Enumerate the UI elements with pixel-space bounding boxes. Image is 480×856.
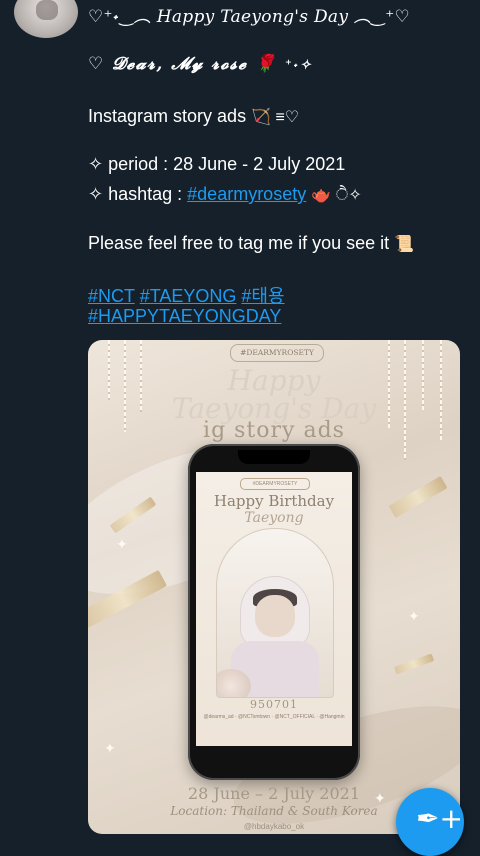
period-line: ✧ period : 28 June - 2 July 2021 (88, 154, 346, 174)
phone-notch (238, 450, 310, 464)
tag-line: Please feel free to tag me if you see it… (88, 233, 414, 254)
hashtags-row: #NCT #TAEYONG #태용 (88, 282, 285, 308)
sparkle-icon: ✦ (104, 740, 116, 756)
screen-tag: #DEARMYROSETY (240, 478, 310, 490)
hashtag-link[interactable]: #dearmyrosety (187, 184, 306, 204)
hashtag-taeyong-kr[interactable]: #태용 (241, 286, 284, 306)
screen-credits: @dearms_ad · @NCTsmtown · @NCT_OFFICIAL … (203, 714, 345, 720)
hashtag-nct[interactable]: #NCT (88, 286, 135, 306)
hashtag-happytaeyongday[interactable]: #HAPPYTAEYONGDAY (88, 306, 281, 326)
tag-text: Please feel free to tag me if you see it (88, 233, 390, 253)
avatar-image (36, 0, 58, 20)
ads-line: Instagram story ads 🏹 ≡♡ (88, 106, 299, 127)
hashtag-taeyong[interactable]: #TAEYONG (140, 286, 237, 306)
media-tag: #DEARMYROSETY (230, 344, 324, 362)
ads-text: Instagram story ads (88, 106, 247, 126)
sparkle-text: ⁺˖✧ (284, 58, 313, 73)
hashtag-prefix: ✧ hashtag : (88, 184, 183, 204)
phone-screen: #DEARMYROSETY Happy Birthday Taeyong 950… (196, 472, 352, 746)
screen-name: Taeyong (244, 510, 304, 526)
feather-compose-icon: ✒+ (416, 802, 463, 835)
portrait-face (255, 595, 295, 637)
compose-button[interactable]: ✒+ (396, 788, 464, 856)
screen-number: 950701 (250, 698, 298, 711)
media-subtitle: ig story ads (203, 418, 345, 443)
portrait-arch (216, 528, 334, 698)
gold-foil (388, 475, 448, 519)
teapot-icon: 🫖 ੈ✧ (311, 187, 362, 204)
dear-text: ♡ 𝓓𝓮𝓪𝓻, 𝓜𝔂 𝓻𝓸𝓼𝓮 (88, 54, 248, 74)
display-name[interactable]: ♡⁺˖‿︵ Happy Taeyong's Day ︵‿⁺♡ (88, 2, 410, 27)
hashtag-happy-row: #HAPPYTAEYONGDAY (88, 306, 281, 327)
sparkle-icon: ✦ (408, 608, 420, 624)
scroll-icon: 📜 (394, 236, 415, 253)
ads-emoji: 🏹 ≡♡ (251, 109, 300, 126)
avatar[interactable] (14, 0, 78, 38)
dear-line: ♡ 𝓓𝓮𝓪𝓻, 𝓜𝔂 𝓻𝓸𝓼𝓮 🌹 ⁺˖✧ (88, 54, 312, 74)
screen-heading: Happy Birthday (213, 492, 335, 510)
gold-foil (393, 653, 435, 675)
phone-mockup: #DEARMYROSETY Happy Birthday Taeyong 950… (188, 444, 360, 780)
sparkle-icon: ✦ (116, 536, 128, 552)
tweet-media-image[interactable]: #DEARMYROSETY Happy Taeyong's Day ig sto… (88, 340, 460, 834)
hashtag-line: ✧ hashtag : #dearmyrosety 🫖 ੈ✧ (88, 184, 362, 205)
rose-icon: 🌹 (254, 54, 278, 74)
